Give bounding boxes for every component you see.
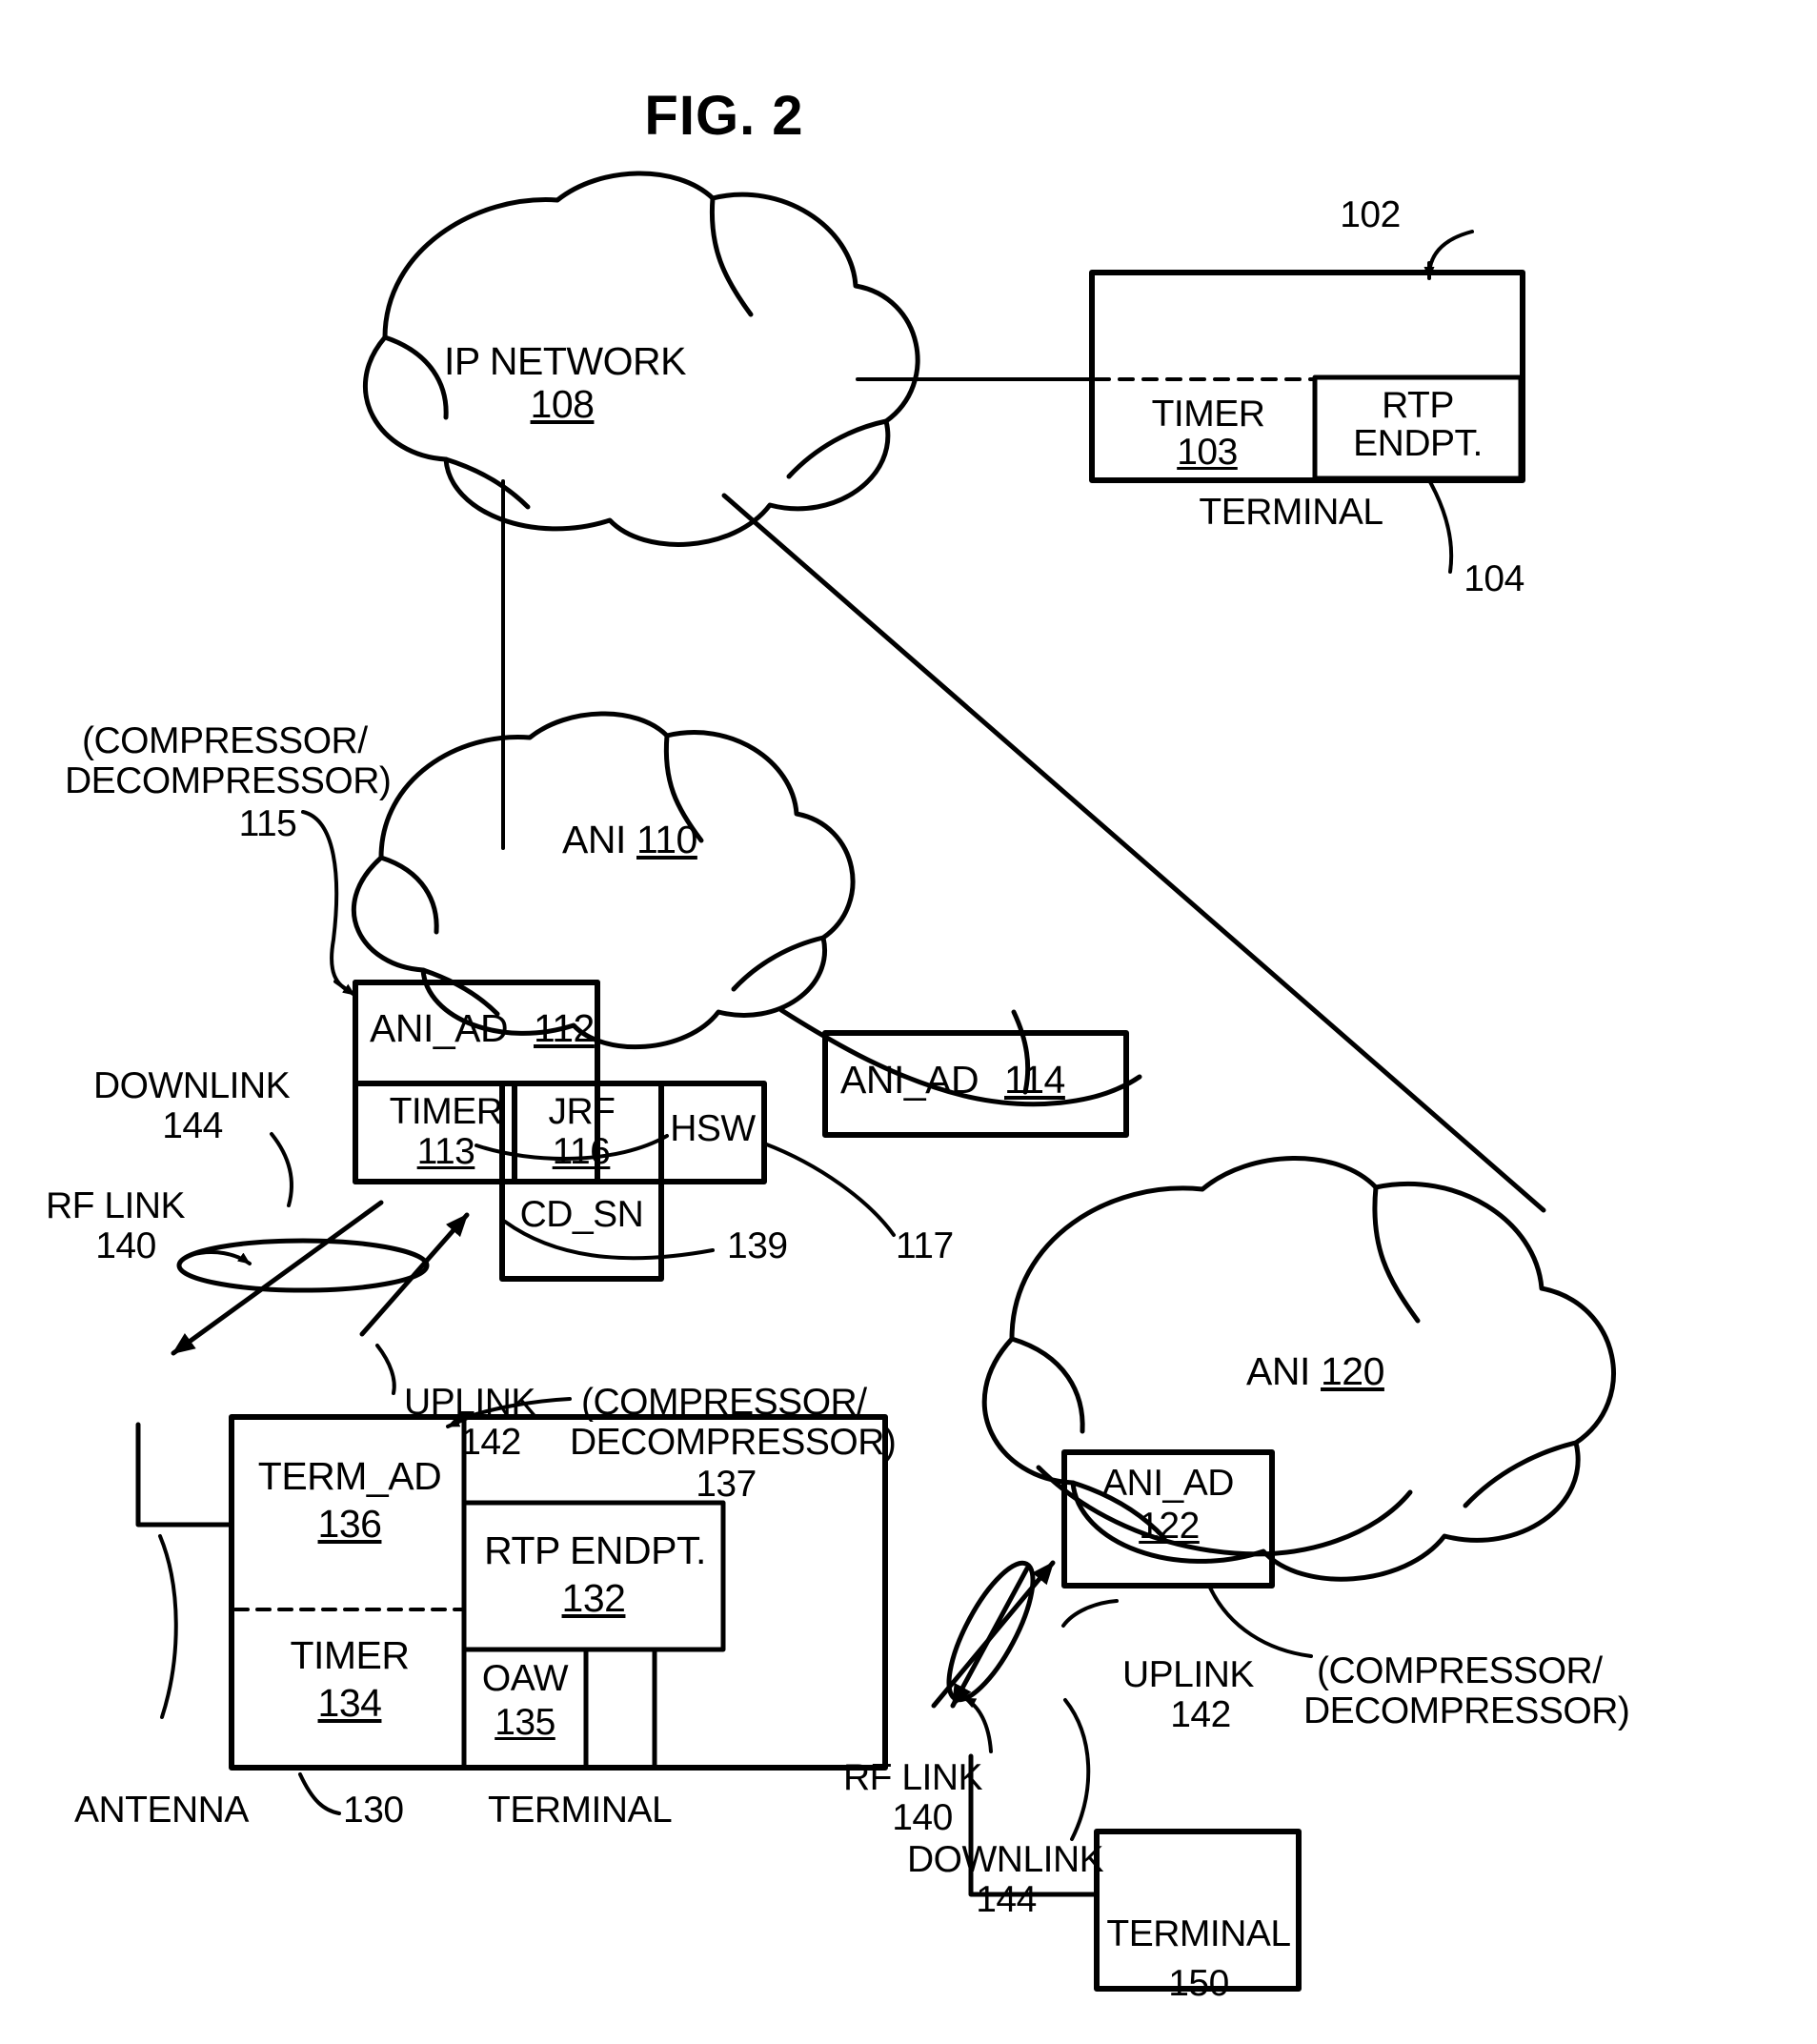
rf-link-left-ref: 140: [95, 1225, 156, 1266]
terminal-150-ref: 150: [1168, 1963, 1229, 2004]
cd-sn-label: CD_SN: [519, 1194, 644, 1235]
term-ad-label: TERM_AD: [257, 1454, 442, 1498]
ani-ad-112-ref: 112: [534, 1006, 595, 1050]
ani-ad-112-timer-ref: 113: [416, 1131, 475, 1172]
codec-mid-line2: DECOMPRESSOR): [570, 1422, 897, 1463]
term-ad-ref: 136: [317, 1502, 382, 1546]
antenna-symbol: [135, 1422, 234, 1528]
uplink-right-ref: 142: [1170, 1694, 1231, 1735]
ani-ad-114-label: ANI_AD: [840, 1058, 979, 1102]
ani-110-cloud: [351, 711, 856, 1050]
codec-right-line2: DECOMPRESSOR): [1303, 1690, 1630, 1731]
rf-link-left-symbol: [171, 1200, 470, 1356]
jrf-ref: 116: [552, 1131, 611, 1172]
ani-ad-112-label: ANI_AD: [370, 1006, 509, 1050]
rf-link-right-label: RF LINK: [843, 1757, 983, 1798]
uplink-left-label: UPLINK: [404, 1382, 535, 1423]
terminal-150-caption: TERMINAL: [1106, 1913, 1291, 1954]
cd-sn-ref: 139: [727, 1225, 788, 1266]
ip-network-label: IP NETWORK: [444, 339, 686, 383]
antenna-label: ANTENNA: [74, 1790, 249, 1831]
codec-mid-ref: 137: [696, 1464, 757, 1505]
jrf-label: JRF: [548, 1091, 616, 1132]
terminal-102-caption: TERMINAL: [1199, 492, 1383, 533]
ani-ad-114-ref: 114: [1004, 1058, 1065, 1102]
codec-left-line2: DECOMPRESSOR): [65, 760, 392, 801]
rf-link-right-ref: 140: [892, 1797, 953, 1838]
rf-link-left-label: RF LINK: [46, 1185, 186, 1226]
ani-ad-122-ref: 122: [1139, 1506, 1200, 1547]
downlink-left-ref: 144: [162, 1105, 223, 1146]
terminal-102-timer-ref: 103: [1177, 432, 1238, 473]
rtp-endpoint-102-line2: ENDPT.: [1353, 423, 1483, 464]
codec-mid-line1: (COMPRESSOR/: [581, 1382, 867, 1423]
terminal-102-timer-label: TIMER: [1151, 394, 1265, 435]
ani-110-ref: 110: [636, 818, 697, 861]
ani-120-ref: 120: [1321, 1349, 1384, 1393]
terminal-130-ref: 130: [343, 1790, 404, 1831]
figure-title: FIG. 2: [644, 85, 804, 147]
rtp-endpoint-132-ref: 132: [561, 1576, 626, 1620]
terminal-130-timer-label: TIMER: [290, 1633, 410, 1677]
diagram-vector-layer: [135, 171, 1616, 1992]
rtp-endpoint-102-line1: RTP: [1382, 385, 1454, 426]
oaw-label: OAW: [481, 1658, 569, 1699]
downlink-right-ref: 144: [976, 1879, 1037, 1920]
downlink-right-label: DOWNLINK: [907, 1839, 1104, 1880]
figure-canvas: FIG. 2 IP NETWORK 108 102 TIMER 103 RTP …: [0, 0, 1817, 2044]
terminal-130-caption: TERMINAL: [488, 1790, 673, 1831]
oaw-ref: 135: [495, 1702, 555, 1743]
codec-right-line1: (COMPRESSOR/: [1317, 1650, 1603, 1691]
rf-link-right-symbol: [931, 1560, 1056, 1709]
rtp-endpoint-102-ref: 104: [1464, 558, 1524, 599]
rtp-endpoint-132-label: RTP ENDPT.: [484, 1528, 706, 1572]
ip-network-ref: 108: [530, 382, 595, 426]
ani-110-label: ANI: [562, 818, 626, 861]
hsw-ref: 117: [896, 1225, 954, 1266]
terminal-130-timer-ref: 134: [317, 1681, 382, 1725]
terminal-102-ref: 102: [1340, 194, 1401, 235]
hsw-label: HSW: [670, 1108, 756, 1149]
uplink-right-label: UPLINK: [1122, 1654, 1254, 1695]
ani-ad-122-label: ANI_AD: [1102, 1463, 1234, 1504]
codec-left-line1: (COMPRESSOR/: [82, 720, 368, 761]
downlink-left-label: DOWNLINK: [93, 1065, 291, 1106]
codec-left-ref: 115: [238, 803, 297, 844]
ani-120-label: ANI: [1246, 1349, 1310, 1393]
